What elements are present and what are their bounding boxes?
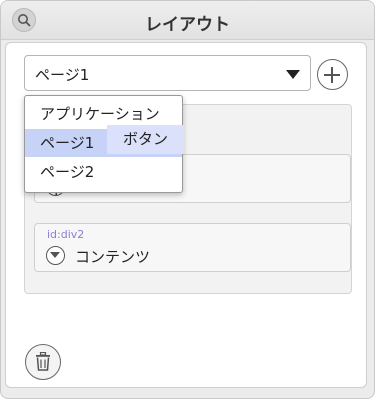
- titlebar: レイアウト: [1, 1, 374, 40]
- trash-icon: [36, 352, 50, 371]
- dropdown-item-page2[interactable]: ページ2: [25, 158, 182, 186]
- drag-preview: ボタン: [107, 125, 184, 154]
- tree-item-id: id:div2: [47, 228, 85, 241]
- chevron-down-icon: [286, 70, 300, 79]
- page-select[interactable]: ページ1: [24, 55, 311, 91]
- window-title: レイアウト: [145, 15, 230, 35]
- delete-button[interactable]: [25, 344, 61, 380]
- dropdown-item-application[interactable]: アプリケーション: [25, 100, 182, 128]
- tree-item-label: コンテンツ: [75, 248, 151, 266]
- tree-item[interactable]: id:div2 コンテンツ: [34, 223, 351, 272]
- page-select-value: ページ1: [35, 66, 90, 84]
- add-page-button[interactable]: [317, 59, 348, 90]
- expand-icon[interactable]: [46, 246, 65, 265]
